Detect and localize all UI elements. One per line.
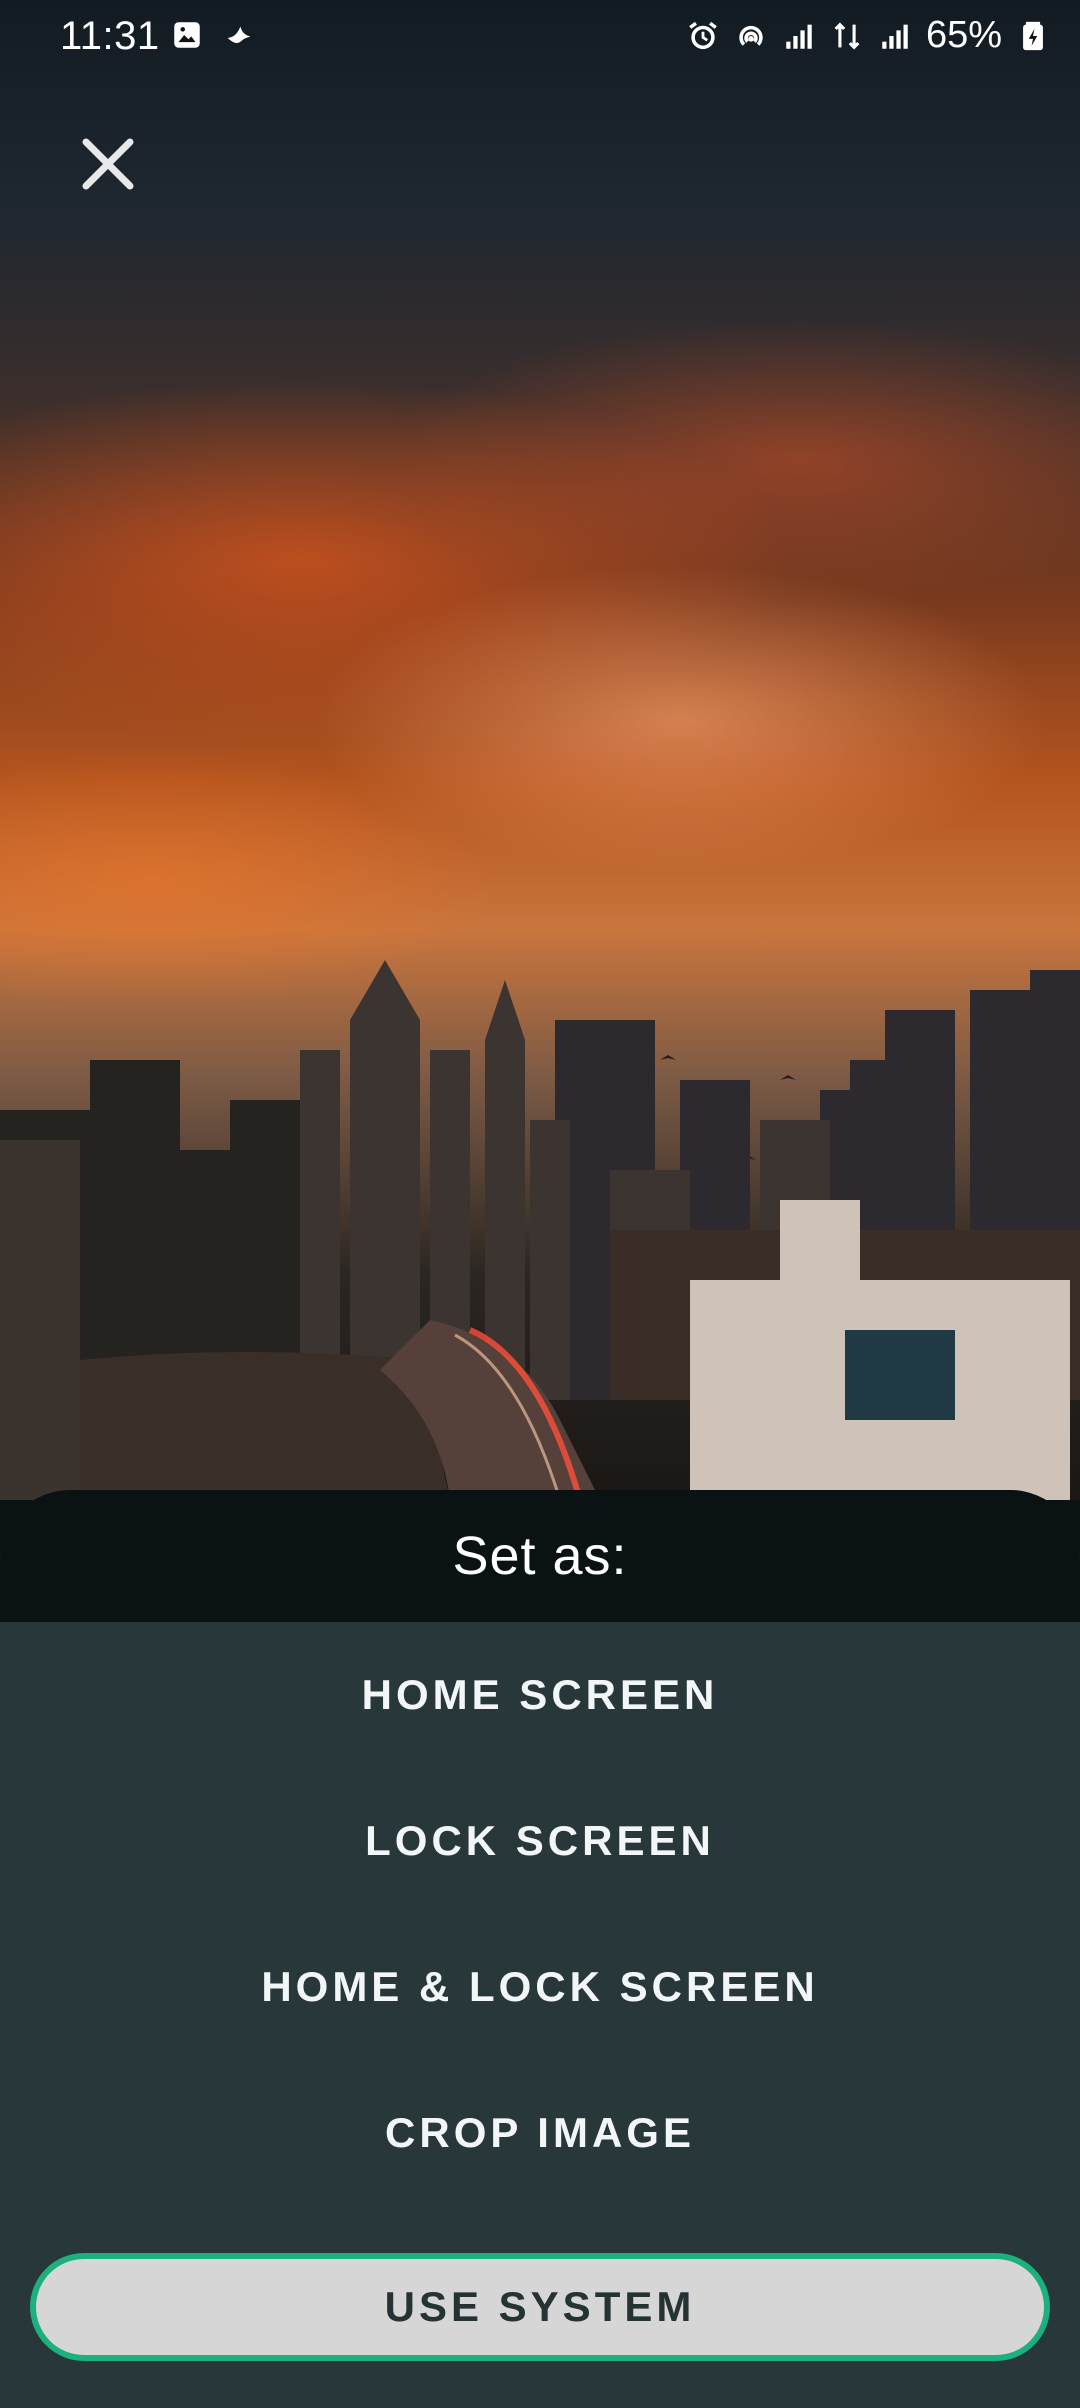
set-as-sheet: Set as: HOME SCREEN LOCK SCREEN HOME & L… bbox=[0, 1490, 1080, 2408]
sheet-title: Set as: bbox=[452, 1526, 628, 1586]
status-time: 11:31 bbox=[60, 14, 160, 58]
signal-icon bbox=[782, 19, 816, 53]
wallpaper-preview bbox=[0, 0, 1080, 1500]
home-screen-option[interactable]: HOME SCREEN bbox=[0, 1622, 1080, 1768]
crop-image-option[interactable]: CROP IMAGE bbox=[0, 2060, 1080, 2206]
signal-icon bbox=[878, 19, 912, 53]
battery-percent: 65% bbox=[925, 14, 1002, 56]
bird-icon bbox=[222, 18, 256, 52]
battery-icon bbox=[1016, 19, 1050, 53]
status-right: 65% bbox=[686, 14, 1050, 57]
alarm-icon bbox=[686, 19, 720, 53]
status-left-icons bbox=[170, 18, 256, 52]
close-icon bbox=[82, 138, 134, 190]
hotspot-icon bbox=[734, 19, 768, 53]
data-arrows-icon bbox=[830, 19, 864, 53]
sheet-header: Set as: bbox=[0, 1490, 1080, 1622]
use-system-button[interactable]: USE SYSTEM bbox=[30, 2253, 1050, 2361]
gallery-icon bbox=[170, 18, 204, 52]
city-skyline-image bbox=[0, 960, 1080, 1500]
status-bar: 11:31 65% bbox=[0, 0, 1080, 72]
close-button[interactable] bbox=[72, 128, 144, 200]
lock-screen-option[interactable]: LOCK SCREEN bbox=[0, 1768, 1080, 1914]
home-and-lock-screen-option[interactable]: HOME & LOCK SCREEN bbox=[0, 1914, 1080, 2060]
